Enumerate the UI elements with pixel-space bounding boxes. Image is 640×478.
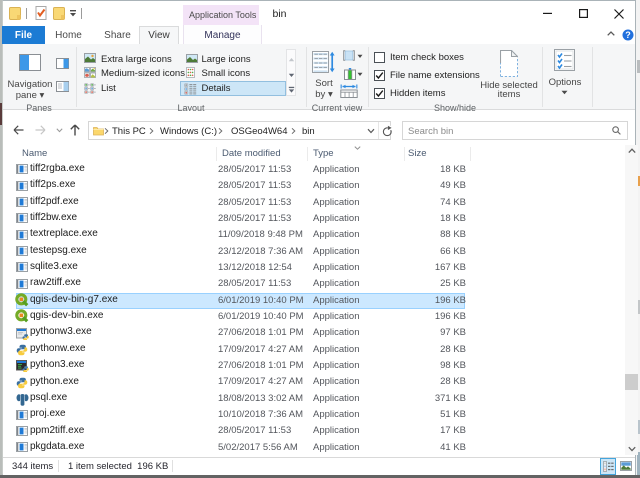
svg-text:?: ?: [625, 30, 631, 40]
